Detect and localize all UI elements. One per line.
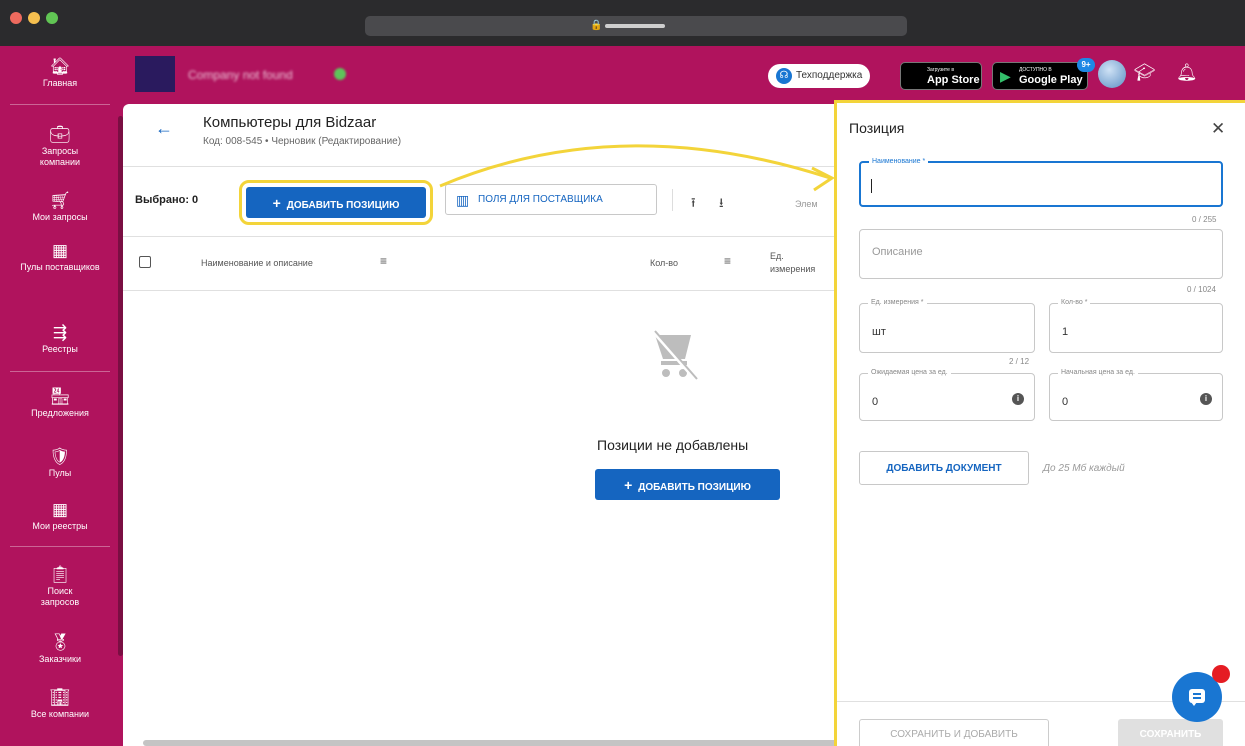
play-icon: ▶ bbox=[1000, 68, 1011, 84]
download-icon[interactable]: ⭳ bbox=[719, 194, 724, 216]
bell-icon[interactable]: 🔔︎ bbox=[1176, 63, 1198, 83]
company-status-dot bbox=[334, 68, 346, 80]
graduation-cap-icon[interactable]: 🎓︎ bbox=[1134, 63, 1156, 83]
sidebar-item-all-companies[interactable]: 🏢︎ Все компании bbox=[0, 689, 120, 720]
topbar: Company not found ☊ Техподдержка Загрузи… bbox=[120, 46, 1245, 102]
expected-price-field[interactable]: Ожидаемая цена за ед. 0 i bbox=[859, 368, 1035, 421]
close-icon[interactable]: ✕ bbox=[1211, 119, 1225, 139]
sidebar-item-my-registries[interactable]: ▦ Мои реестры bbox=[0, 501, 120, 532]
name-field[interactable]: Наименование * bbox=[859, 157, 1223, 207]
empty-state-message: Позиции не добавлены bbox=[597, 437, 749, 453]
add-position-button[interactable]: + ДОБАВИТЬ ПОЗИЦИЮ bbox=[239, 180, 433, 225]
registry-icon: ⇶ bbox=[52, 323, 68, 342]
sidebar-divider bbox=[10, 371, 110, 372]
filter-icon[interactable]: ≡ bbox=[724, 254, 731, 268]
chat-icon bbox=[1189, 689, 1205, 706]
google-play-button[interactable]: ▶ ДОСТУПНО В Google Play bbox=[992, 62, 1088, 90]
notifications-badge: 9+ bbox=[1077, 58, 1095, 72]
home-icon: 🏠︎ bbox=[49, 57, 71, 76]
chat-notification-dot bbox=[1212, 665, 1230, 683]
sidebar-item-registries[interactable]: ⇶ Реестры bbox=[0, 324, 120, 355]
elements-label: Элем bbox=[795, 199, 818, 209]
url-text-blurred bbox=[605, 24, 665, 28]
name-char-counter: 0 / 255 bbox=[1192, 215, 1217, 224]
toolbar-divider bbox=[672, 189, 673, 211]
clipboard-icon: 📋︎ bbox=[49, 565, 71, 584]
company-logo[interactable] bbox=[135, 56, 175, 92]
column-header-unit: Ед. измерения bbox=[770, 251, 816, 274]
document-size-hint: До 25 Мб каждый bbox=[1043, 463, 1125, 474]
horizontal-scrollbar[interactable] bbox=[143, 740, 863, 746]
sidebar-item-my-requests[interactable]: 🛒︎ Мои запросы bbox=[0, 192, 120, 223]
sidebar-item-search-requests[interactable]: 📋︎ Поиск запросов bbox=[0, 566, 120, 608]
support-button[interactable]: ☊ Техподдержка bbox=[768, 64, 871, 88]
save-button[interactable]: СОХРАНИТЬ bbox=[1118, 719, 1223, 746]
description-field[interactable]: Описание bbox=[859, 229, 1223, 279]
storefront-icon: 🏪︎ bbox=[49, 387, 71, 406]
briefcase-icon: 💼︎ bbox=[49, 125, 71, 144]
info-icon[interactable]: i bbox=[1200, 393, 1212, 405]
unit-field[interactable]: Ед. измерения * шт bbox=[859, 298, 1035, 353]
info-icon[interactable]: i bbox=[1012, 393, 1024, 405]
page-subtitle: Код: 008-545 • Черновик (Редактирование) bbox=[203, 136, 402, 147]
save-and-add-button[interactable]: СОХРАНИТЬ И ДОБАВИТЬ bbox=[859, 719, 1049, 746]
headset-icon: ☊ bbox=[776, 68, 792, 84]
sidebar-item-pools[interactable]: 🛡︎ Пулы bbox=[0, 448, 120, 479]
company-name[interactable]: Company not found bbox=[188, 68, 293, 82]
description-char-counter: 0 / 1024 bbox=[1187, 285, 1216, 294]
sidebar-divider bbox=[10, 546, 110, 547]
column-header-name: Наименование и описание bbox=[201, 258, 313, 268]
add-document-button[interactable]: ДОБАВИТЬ ДОКУМЕНТ bbox=[859, 451, 1029, 485]
filter-icon[interactable]: ≡ bbox=[380, 254, 387, 268]
close-window-button[interactable] bbox=[10, 12, 22, 24]
add-position-empty-button[interactable]: + ДОБАВИТЬ ПОЗИЦИЮ bbox=[595, 469, 780, 500]
maximize-window-button[interactable] bbox=[46, 12, 58, 24]
sidebar-item-offers[interactable]: 🏪︎ Предложения bbox=[0, 388, 120, 419]
award-icon: 🏅︎ bbox=[49, 633, 71, 652]
sidebar: 🏠︎ Главная 💼︎ Запросы компании 🛒︎ Мои за… bbox=[0, 46, 120, 746]
app-store-button[interactable]: Загрузите в App Store bbox=[900, 62, 982, 90]
avatar[interactable] bbox=[1098, 60, 1126, 88]
unit-char-counter: 2 / 12 bbox=[1009, 357, 1030, 366]
plus-icon: + bbox=[272, 194, 281, 211]
select-all-checkbox[interactable] bbox=[139, 256, 151, 268]
table-columns-icon: ▥ bbox=[456, 192, 470, 208]
empty-cart-icon bbox=[651, 329, 699, 383]
lock-icon: 🔒 bbox=[590, 20, 603, 31]
start-price-field[interactable]: Начальная цена за ед. 0 i bbox=[1049, 368, 1223, 421]
minimize-window-button[interactable] bbox=[28, 12, 40, 24]
sidebar-divider bbox=[10, 104, 110, 105]
sidebar-item-home[interactable]: 🏠︎ Главная bbox=[0, 58, 120, 89]
sidebar-item-company-requests[interactable]: 💼︎ Запросы компании bbox=[0, 126, 120, 168]
back-arrow-icon[interactable]: ← bbox=[155, 118, 173, 139]
column-header-qty: Кол-во bbox=[650, 258, 678, 268]
browser-titlebar: 🔒 bbox=[0, 0, 1245, 46]
panel-title: Позиция bbox=[849, 120, 905, 136]
shield-check-icon: 🛡︎ bbox=[49, 447, 71, 466]
text-caret bbox=[871, 179, 872, 193]
plus-icon: + bbox=[624, 476, 633, 493]
cart-icon: 🛒︎ bbox=[49, 191, 71, 210]
upload-icon[interactable]: ⭱ bbox=[691, 194, 696, 216]
grid-plus-icon: ▦ bbox=[51, 241, 69, 260]
sidebar-item-supplier-pools[interactable]: ▦ Пулы поставщиков bbox=[0, 242, 120, 273]
supplier-fields-button[interactable]: ▥ ПОЛЯ ДЛЯ ПОСТАВЩИКА bbox=[445, 184, 657, 215]
page-title: Компьютеры для Bidzaar bbox=[203, 114, 377, 131]
sidebar-item-customers[interactable]: 🏅︎ Заказчики bbox=[0, 634, 120, 665]
building-icon: 🏢︎ bbox=[49, 688, 71, 707]
quantity-field[interactable]: Кол-во * 1 bbox=[1049, 298, 1223, 353]
grid-plus-icon: ▦ bbox=[51, 500, 69, 519]
address-bar[interactable]: 🔒 bbox=[365, 16, 907, 36]
position-side-panel: Позиция ✕ Наименование * 0 / 255 Описани… bbox=[834, 100, 1245, 746]
selected-count: Выбрано: 0 bbox=[135, 194, 199, 206]
